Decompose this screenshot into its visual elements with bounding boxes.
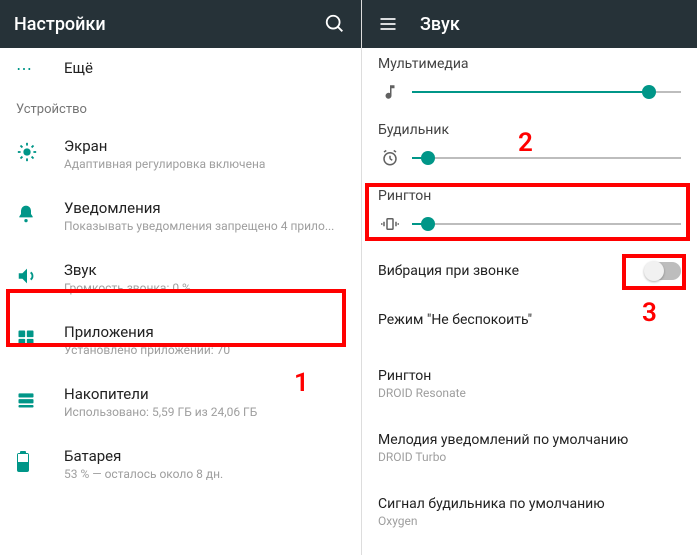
media-slider[interactable] [412,91,681,93]
item-battery[interactable]: Батарея53 % — осталось около 8 дн. [0,433,361,495]
annotation-3: 3 [642,298,657,328]
settings-panel: Настройки ⋯ Ещё Устройство ЭкранАдаптивн… [0,0,362,555]
item-apps[interactable]: ПриложенияУстановлено приложений: 70 [0,309,361,371]
ringtone-slider[interactable] [412,223,681,225]
appbar-title: Настройки [14,14,323,35]
row-vibrate-on-call[interactable]: Вибрация при звонке [362,246,697,296]
apps-icon [16,328,36,352]
slider-media: Мультимедиа [362,48,697,114]
bell-icon [16,204,36,228]
appbar-right: Звук [362,0,697,48]
alarm-slider[interactable] [412,157,681,159]
hamburger-icon[interactable] [376,12,400,36]
annotation-1: 1 [294,368,309,398]
brightness-icon [16,141,38,167]
vibrate-icon [378,212,402,236]
row-ringtone-pick[interactable]: Рингтон DROID Resonate [362,352,697,416]
search-icon[interactable] [323,12,347,36]
vibrate-switch[interactable] [645,262,681,280]
music-note-icon [378,80,402,104]
item-notifications[interactable]: УведомленияПоказывать уведомления запрещ… [0,185,361,247]
row-alarm-sound[interactable]: Сигнал будильника по умолчанию Oxygen [362,480,697,544]
item-screen[interactable]: ЭкранАдаптивная регулировка включена [0,123,361,185]
alarm-icon [378,146,402,170]
appbar-left: Настройки [0,0,361,48]
item-more[interactable]: ⋯ Ещё [0,48,361,88]
appbar-title: Звук [420,14,683,35]
sound-panel: Звук Мультимедиа Будильник Рингтон [362,0,697,555]
row-notification-sound[interactable]: Мелодия уведомлений по умолчанию DROID T… [362,416,697,480]
annotation-2: 2 [518,128,533,158]
battery-icon [16,451,30,477]
slider-ringtone: Рингтон [362,180,697,246]
more-icon: ⋯ [16,59,32,78]
volume-icon [16,265,38,291]
device-header: Устройство [0,88,361,123]
item-sound[interactable]: ЗвукГромкость звонка: 0 % [0,247,361,309]
storage-icon [16,390,36,414]
